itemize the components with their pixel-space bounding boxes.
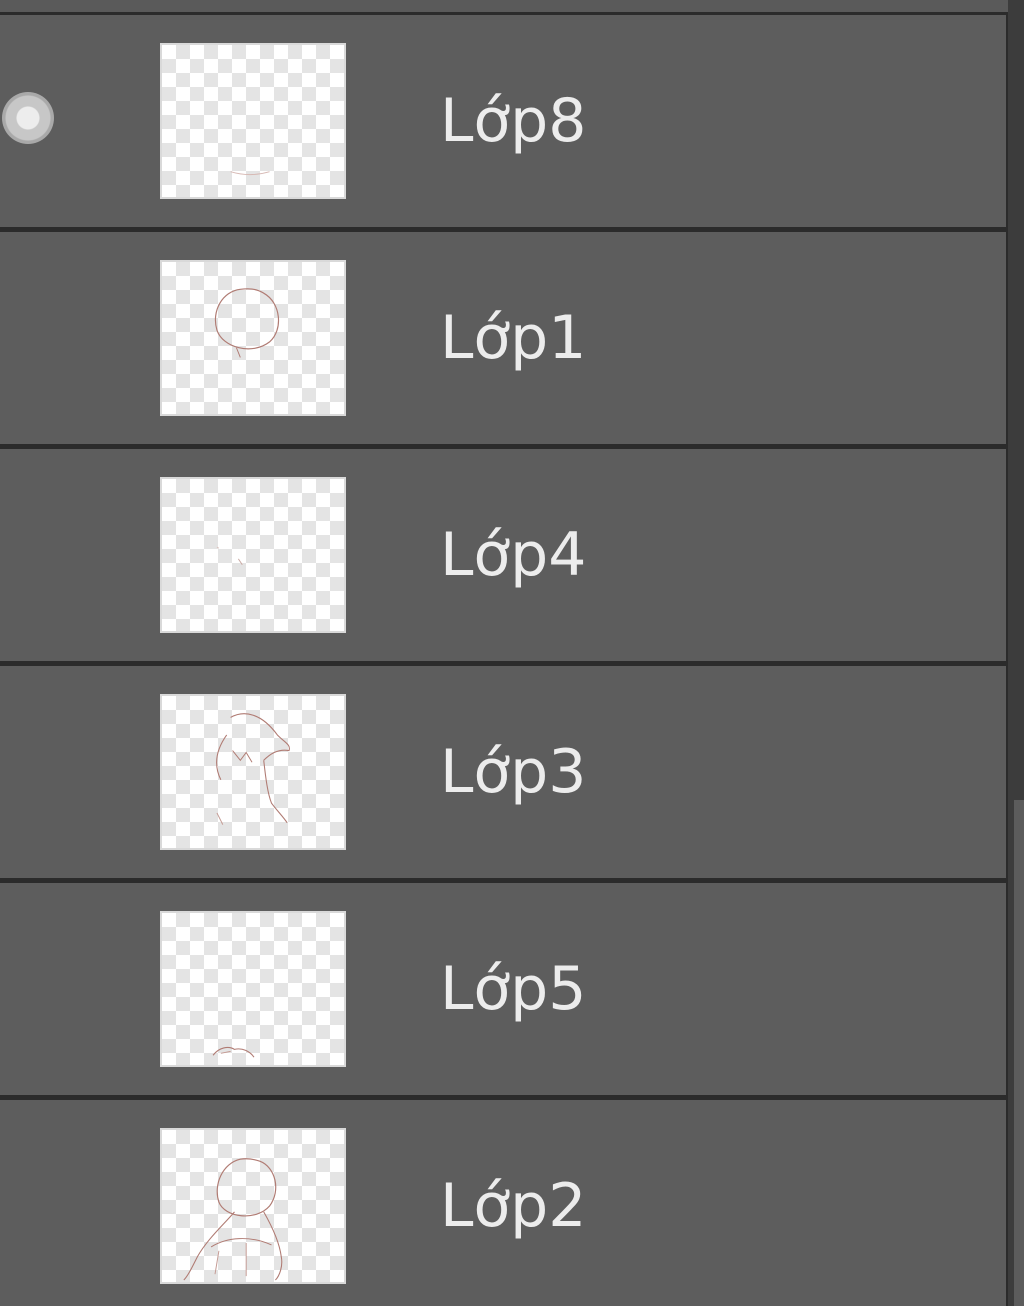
layer-visibility-toggle[interactable] <box>0 232 120 444</box>
layer-row-lop1[interactable]: Lớp1 <box>0 232 1006 444</box>
layer-visibility-toggle[interactable] <box>0 449 120 661</box>
layer-name[interactable]: Lớp1 <box>440 308 586 368</box>
layer-visibility-toggle[interactable] <box>0 883 120 1095</box>
visibility-dot-icon <box>2 92 54 144</box>
panel-top-strip <box>0 0 1008 12</box>
layers-panel: Lớp8 Lớp1 Lớp4 Lớp3 Lớp5 Lớp2 <box>0 0 1024 1306</box>
layer-name[interactable]: Lớp4 <box>440 525 586 585</box>
layer-visibility-toggle[interactable] <box>0 666 120 878</box>
scrollbar-thumb[interactable] <box>1014 800 1024 1306</box>
layer-row-lop3[interactable]: Lớp3 <box>0 666 1006 878</box>
layer-visibility-toggle[interactable] <box>0 15 120 227</box>
layer-thumbnail <box>160 43 346 199</box>
layer-name[interactable]: Lớp2 <box>440 1176 586 1236</box>
layer-thumbnail <box>160 911 346 1067</box>
layer-row-lop5[interactable]: Lớp5 <box>0 883 1006 1095</box>
layer-row-lop4[interactable]: Lớp4 <box>0 449 1006 661</box>
layer-thumbnail <box>160 260 346 416</box>
layer-name[interactable]: Lớp8 <box>440 91 586 151</box>
layer-name[interactable]: Lớp5 <box>440 959 586 1019</box>
layer-name[interactable]: Lớp3 <box>440 742 586 802</box>
layer-thumbnail <box>160 694 346 850</box>
layer-thumbnail <box>160 477 346 633</box>
layer-row-lop2[interactable]: Lớp2 <box>0 1100 1006 1306</box>
layer-thumbnail <box>160 1128 346 1284</box>
layer-visibility-toggle[interactable] <box>0 1100 120 1306</box>
layer-row-lop8[interactable]: Lớp8 <box>0 15 1006 227</box>
